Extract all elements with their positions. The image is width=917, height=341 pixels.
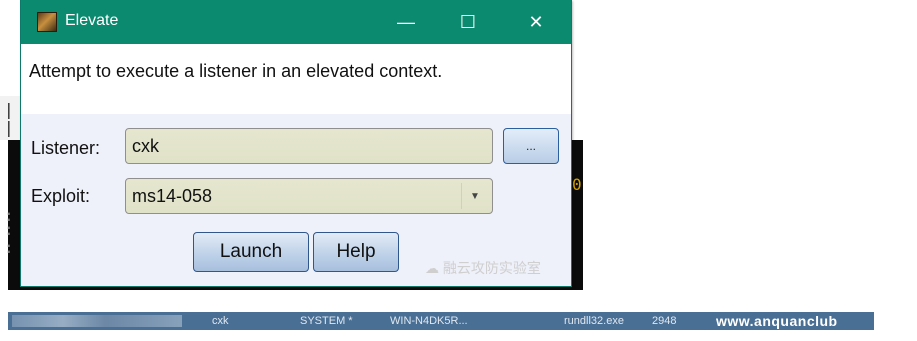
wechat-icon: ☁ <box>425 260 439 276</box>
app-icon <box>37 12 57 32</box>
session-process: rundll32.exe <box>564 315 624 327</box>
background-mark: : <box>4 220 14 239</box>
session-row[interactable]: cxk SYSTEM * WIN-N4DK5R... rundll32.exe … <box>8 312 874 330</box>
listener-field[interactable]: cxk <box>125 128 493 164</box>
title-bar[interactable]: Elevate — ☐ ✕ <box>21 0 571 44</box>
background-console-text: 0 <box>572 175 582 194</box>
window-title: Elevate <box>65 12 119 29</box>
exploit-select-value: ms14-058 <box>132 186 213 206</box>
background-mark: : <box>4 238 14 257</box>
minimize-button[interactable]: — <box>383 0 429 44</box>
background-mark: | <box>4 118 14 137</box>
launch-button[interactable]: Launch <box>193 232 309 272</box>
exploit-select[interactable]: ms14-058 ▼ <box>125 178 493 214</box>
session-privilege: SYSTEM * <box>300 315 353 327</box>
chevron-down-icon[interactable]: ▼ <box>461 183 488 209</box>
elevate-dialog: Elevate — ☐ ✕ Attempt to execute a liste… <box>20 0 572 287</box>
redacted-address <box>12 315 182 327</box>
site-watermark: www.anquanclub <box>716 313 838 329</box>
session-pid: 2948 <box>652 315 677 327</box>
watermark-text: ☁ 融云攻防实验室 <box>425 258 541 278</box>
help-button[interactable]: Help <box>313 232 399 272</box>
session-computer: WIN-N4DK5R... <box>390 315 468 327</box>
background-mark: | <box>4 100 14 119</box>
dialog-description: Attempt to execute a listener in an elev… <box>29 61 443 81</box>
exploit-label: Exploit: <box>31 186 91 206</box>
browse-listener-button[interactable]: ... <box>503 128 559 164</box>
maximize-button[interactable]: ☐ <box>445 0 491 44</box>
close-button[interactable]: ✕ <box>513 0 559 44</box>
listener-label: Listener: <box>31 138 101 158</box>
watermark-label: 融云攻防实验室 <box>442 260 541 276</box>
session-user: cxk <box>212 315 229 327</box>
